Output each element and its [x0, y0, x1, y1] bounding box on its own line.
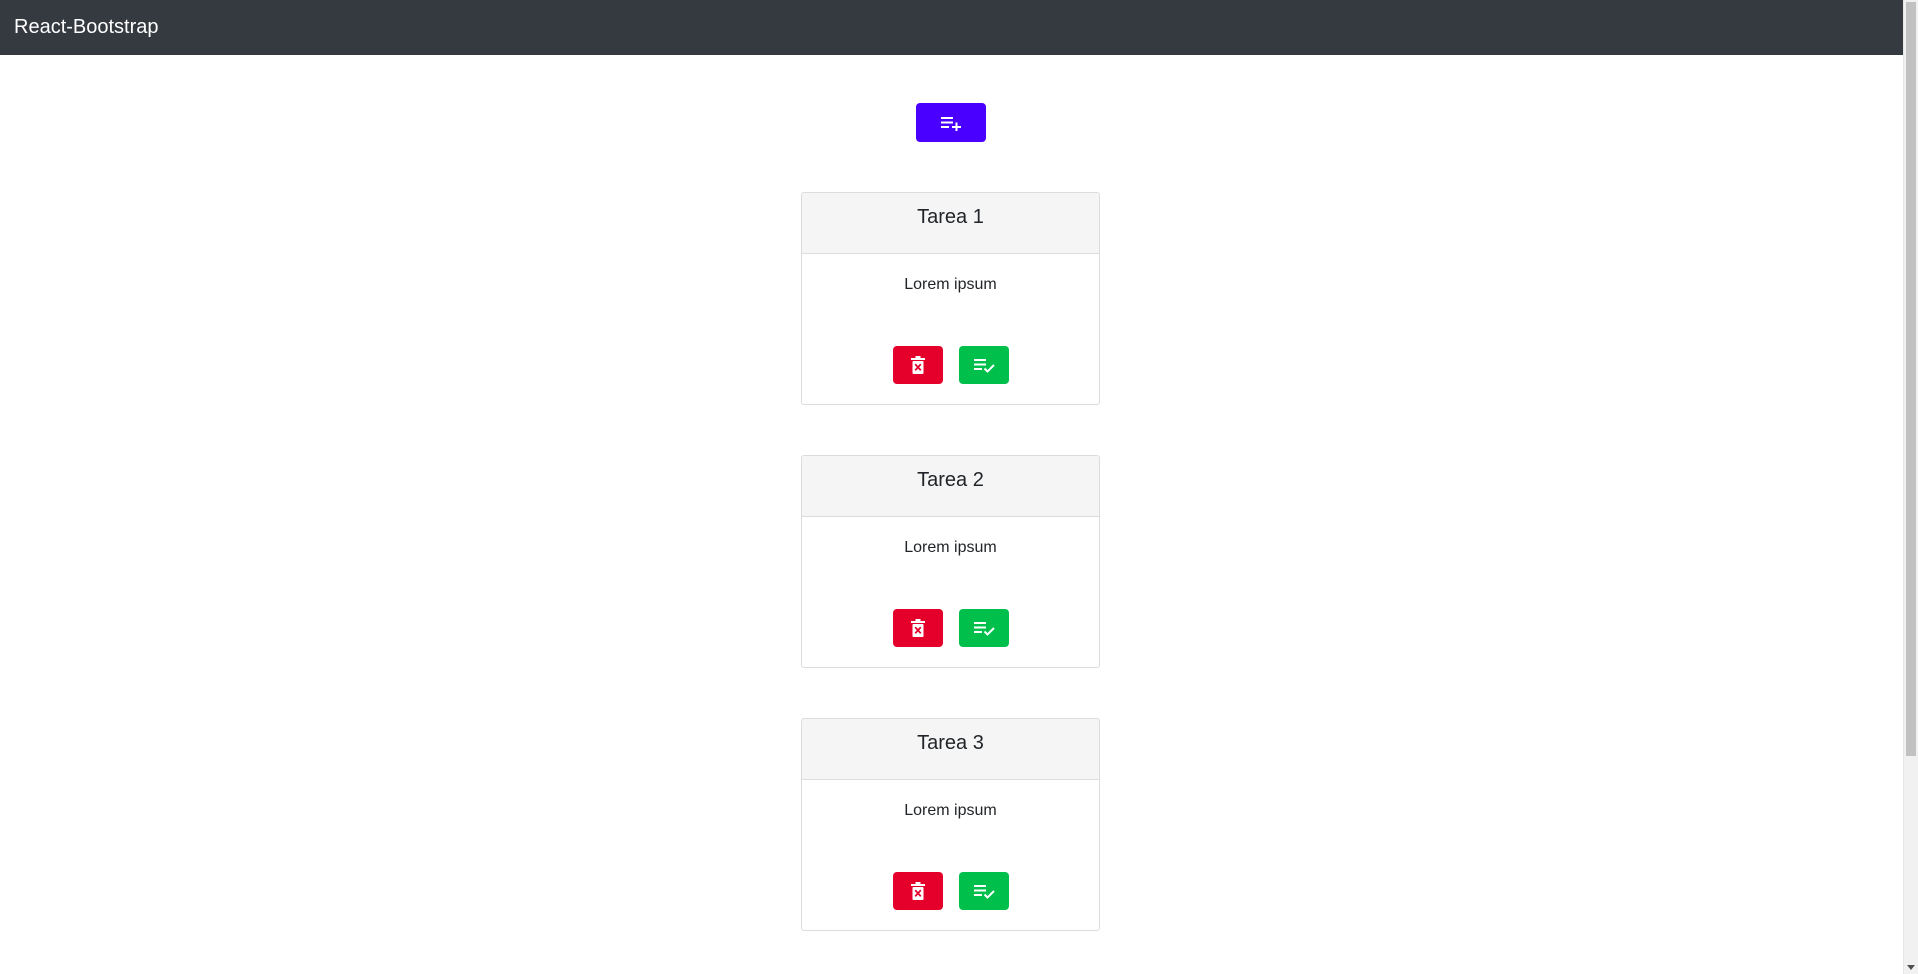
task-card: Tarea 2 Lorem ipsum	[801, 455, 1100, 668]
scrollbar-thumb[interactable]	[1906, 2, 1916, 756]
navbar-brand[interactable]: React-Bootstrap	[14, 16, 159, 39]
trash-x-icon	[910, 619, 925, 637]
task-card-body: Lorem ipsum	[802, 254, 1099, 404]
playlist-check-icon	[973, 883, 995, 899]
trash-x-icon	[910, 356, 925, 374]
vertical-scrollbar[interactable]	[1903, 0, 1918, 974]
add-task-button[interactable]	[916, 103, 986, 142]
task-title: Tarea 3	[917, 732, 984, 754]
trash-x-icon	[910, 882, 925, 900]
playlist-check-icon	[973, 620, 995, 636]
task-card-body: Lorem ipsum	[802, 780, 1099, 930]
complete-task-button[interactable]	[958, 872, 1009, 910]
task-card: Tarea 3 Lorem ipsum	[801, 718, 1100, 931]
scroll-down-arrow-icon[interactable]	[1907, 965, 1915, 970]
complete-task-button[interactable]	[958, 346, 1009, 384]
playlist-add-icon	[940, 115, 962, 131]
task-title: Tarea 1	[917, 206, 984, 228]
task-card-header: Tarea 2	[802, 456, 1099, 517]
task-actions	[802, 609, 1099, 647]
task-actions	[802, 346, 1099, 384]
task-description: Lorem ipsum	[904, 276, 997, 293]
task-card-header: Tarea 3	[802, 719, 1099, 780]
task-description: Lorem ipsum	[904, 539, 997, 556]
task-card: Tarea 1 Lorem ipsum	[801, 192, 1100, 405]
complete-task-button[interactable]	[958, 609, 1009, 647]
task-title: Tarea 2	[917, 469, 984, 491]
task-description: Lorem ipsum	[904, 802, 997, 819]
task-card-header: Tarea 1	[802, 193, 1099, 254]
task-card-body: Lorem ipsum	[802, 517, 1099, 667]
delete-task-button[interactable]	[892, 346, 943, 384]
task-actions	[802, 872, 1099, 910]
playlist-check-icon	[973, 357, 995, 373]
navbar: React-Bootstrap	[0, 0, 1903, 55]
delete-task-button[interactable]	[892, 609, 943, 647]
delete-task-button[interactable]	[892, 872, 943, 910]
